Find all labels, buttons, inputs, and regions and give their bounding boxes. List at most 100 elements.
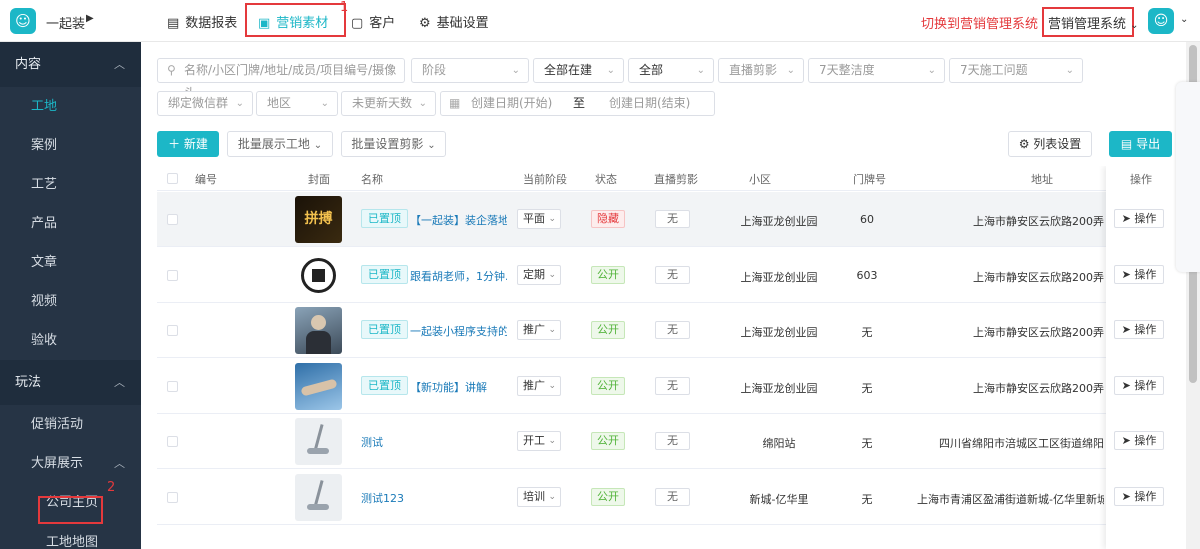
brand-name[interactable]: 一起装 — [46, 13, 85, 32]
row-checkbox[interactable] — [167, 380, 178, 392]
row-checkbox[interactable] — [167, 491, 178, 503]
build-status-select[interactable]: 全部在建 ⌄ — [533, 58, 624, 83]
live-clip-toggle[interactable]: 无 — [655, 487, 690, 506]
sidebar-item-site-map[interactable]: 工地地图 — [0, 523, 141, 549]
sidebar-item-video[interactable]: 视频 — [0, 282, 141, 321]
caret-right-icon[interactable]: ▶ — [86, 13, 94, 24]
stage-value: 培训 — [523, 489, 545, 503]
live-clip-toggle[interactable]: 无 — [655, 432, 690, 450]
table-row[interactable]: 已置顶 【新功能】讲解 推广 ⌄ 公开无上海亚龙创业园无上海市静安区云欣路200弄 — [157, 359, 1172, 414]
live-clip-toggle[interactable]: 无 — [655, 265, 690, 284]
floating-toolbar[interactable] — [1176, 82, 1200, 272]
status-badge[interactable]: 公开 — [591, 265, 625, 284]
select-all-checkbox[interactable] — [167, 173, 178, 184]
region-select[interactable]: 地区 ⌄ — [256, 91, 338, 116]
sidebar-group-gameplay[interactable]: 玩法 ︿ — [0, 360, 141, 405]
table-row[interactable]: 测试123 培训 ⌄ 公开 无 新城-亿华里 无 上海市青浦区盈浦街道新城-亿华里新城-亿 — [157, 470, 1172, 525]
nav-data-report[interactable]: ▤ 数据报表 — [167, 12, 237, 31]
stage-dropdown[interactable]: 培训 ⌄ — [517, 486, 561, 507]
nav-basic-settings[interactable]: ⚙ 基础设置 — [419, 12, 489, 31]
cover-image[interactable] — [295, 418, 342, 465]
sidebar-group-content[interactable]: 内容 ︿ — [0, 42, 141, 87]
live-clip-toggle[interactable]: 无 — [655, 210, 690, 228]
nav-customer[interactable]: ▢ 客户 — [351, 12, 395, 31]
status-badge[interactable]: 公开 — [591, 321, 625, 339]
header-operation: 操作 — [1130, 173, 1152, 186]
chevron-down-icon: ⌄ — [548, 269, 556, 280]
column-settings-label: 列表设置 — [1033, 137, 1082, 151]
sidebar-item-promotion[interactable]: 促销活动 — [0, 405, 141, 444]
live-clip-select[interactable]: 直播剪影 ⌄ — [718, 58, 804, 83]
sidebar-item-acceptance[interactable]: 验收 — [0, 321, 141, 360]
cover-image[interactable] — [295, 362, 342, 410]
row-checkbox[interactable] — [167, 325, 178, 336]
site-name-link[interactable]: 测试123 — [361, 490, 507, 506]
cover-image[interactable]: 拼搏 — [295, 196, 342, 243]
sidebar-item-site[interactable]: 工地 — [0, 87, 141, 126]
chevron-down-icon: ⌄ — [548, 491, 556, 502]
send-icon: ➤ — [1121, 378, 1131, 392]
sidebar-item-product[interactable]: 产品 — [0, 204, 141, 243]
batch-set-clip-button[interactable]: 批量设置剪影 ⌄ — [341, 131, 446, 157]
wechat-group-select[interactable]: 绑定微信群 ⌄ — [157, 91, 253, 116]
table-row[interactable]: 已置顶 跟看胡老师，1分钟... 定期 ⌄ 公开 无 上海亚龙创业园 603 上海市静安区云欣路… — [157, 248, 1172, 303]
batch-show-site-button[interactable]: 批量展示工地 ⌄ — [227, 131, 333, 157]
site-name-link[interactable]: 【一起装】装企落地... — [410, 212, 507, 228]
live-clip-toggle[interactable]: 无 — [655, 376, 690, 395]
stage-dropdown[interactable]: 定期 ⌄ — [517, 264, 561, 285]
table-row[interactable]: 拼搏已置顶【一起装】装企落地... 平面⌄ 隐藏 无 上海亚龙创业园 60 上海市静安区云欣… — [157, 192, 1172, 247]
site-name-link[interactable]: 【新功能】讲解 — [410, 379, 507, 395]
operation-button[interactable]: ➤ 操作 — [1114, 209, 1164, 228]
stage-dropdown[interactable]: 平面 ⌄ — [517, 209, 561, 229]
sidebar-item-case[interactable]: 案例 — [0, 126, 141, 165]
system-select[interactable]: 营销管理系统 ⌄ — [1048, 13, 1139, 32]
sidebar-item-craft[interactable]: 工艺 — [0, 165, 141, 204]
stage-dropdown[interactable]: 推广 ⌄ — [517, 320, 561, 340]
operation-button[interactable]: ➤ 操作 — [1114, 264, 1164, 284]
row-checkbox[interactable] — [167, 269, 178, 281]
stage-dropdown[interactable]: 推广 ⌄ — [517, 375, 561, 396]
nav-label: 客户 — [369, 16, 396, 31]
row-checkbox[interactable] — [167, 436, 178, 447]
stage-dropdown[interactable]: 开工 ⌄ — [517, 431, 561, 451]
export-button[interactable]: ▤ 导出 — [1109, 131, 1172, 157]
address-cell: 上海市静安区云欣路200弄 — [973, 270, 1104, 284]
site-name-link[interactable]: 跟看胡老师，1分钟... — [410, 268, 507, 284]
search-input[interactable]: ⚲ 名称/小区门牌/地址/成员/项目编号/摄像头 — [157, 58, 405, 100]
avatar[interactable]: ☺ — [1148, 8, 1174, 34]
logo-icon[interactable]: ☺ — [10, 8, 36, 34]
site-name-link[interactable]: 一起装小程序支持的... — [410, 323, 507, 339]
status-badge[interactable]: 隐藏 — [591, 210, 625, 228]
operation-button[interactable]: ➤ 操作 — [1114, 320, 1164, 339]
construction-7d-select[interactable]: 7天施工问题 ⌄ — [949, 58, 1083, 83]
date-range-picker[interactable]: ▦ 创建日期(开始) 至 创建日期(结束) — [440, 91, 715, 116]
table-row[interactable]: 测试 开工 ⌄ 公开无绵阳站无四川省绵阳市涪城区工区街道绵阳 — [157, 414, 1172, 469]
cover-image[interactable] — [295, 307, 342, 354]
annotation-number-2: 2 — [107, 480, 116, 495]
chevron-down-icon[interactable]: ⌄ — [1180, 14, 1188, 25]
cover-image[interactable] — [295, 473, 342, 521]
header-community: 小区 — [749, 173, 771, 186]
door-number-cell: 无 — [861, 492, 873, 506]
column-settings-button[interactable]: ⚙ 列表设置 — [1008, 131, 1092, 157]
status-badge[interactable]: 公开 — [591, 376, 625, 395]
table-row[interactable]: 已置顶一起装小程序支持的... 推广⌄ 公开 无 上海亚龙创业园 无 上海市静安区云欣路20… — [157, 303, 1172, 358]
cover-image[interactable] — [295, 251, 342, 299]
sidebar-item-article[interactable]: 文章 — [0, 243, 141, 282]
region-placeholder: 地区 — [267, 96, 292, 110]
not-updated-days-select[interactable]: 未更新天数 ⌄ — [341, 91, 436, 116]
live-clip-toggle[interactable]: 无 — [655, 321, 690, 339]
site-name-link[interactable]: 测试 — [361, 434, 507, 450]
new-button[interactable]: ＋ 新建 — [157, 131, 219, 157]
row-checkbox[interactable] — [167, 214, 178, 225]
status-badge[interactable]: 公开 — [591, 487, 625, 506]
all-select[interactable]: 全部 ⌄ — [628, 58, 714, 83]
clean-7d-select[interactable]: 7天整洁度 ⌄ — [808, 58, 945, 83]
chevron-down-icon: ⌄ — [548, 325, 556, 335]
operation-button[interactable]: ➤ 操作 — [1114, 431, 1164, 450]
sidebar-item-big-screen[interactable]: 大屏展示 ︿ — [0, 444, 141, 483]
stage-select[interactable]: 阶段 ⌄ — [411, 58, 529, 83]
status-badge[interactable]: 公开 — [591, 432, 625, 450]
operation-button[interactable]: ➤ 操作 — [1114, 375, 1164, 395]
operation-button[interactable]: ➤ 操作 — [1114, 486, 1164, 506]
